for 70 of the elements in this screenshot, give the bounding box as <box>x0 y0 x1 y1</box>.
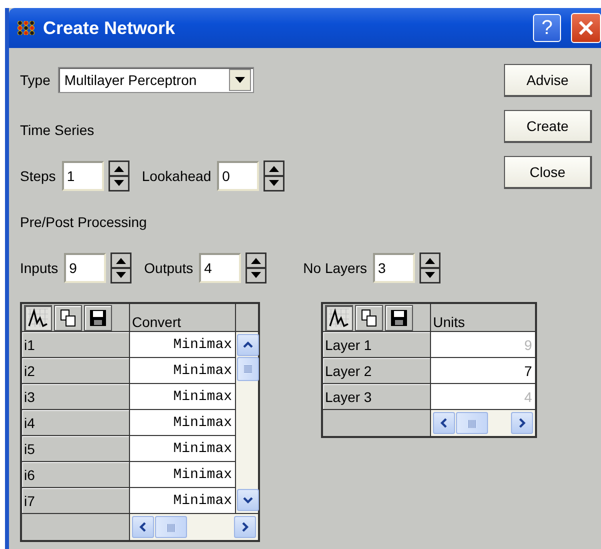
inputs-label: Inputs <box>20 260 58 276</box>
scroll-left-icon[interactable] <box>433 412 455 434</box>
table-cell[interactable]: Minimax <box>130 358 235 383</box>
chart-tool[interactable] <box>325 304 353 330</box>
table-cell[interactable]: Minimax <box>130 436 235 461</box>
lookahead-field[interactable]: 0 <box>217 161 260 191</box>
caret-icon[interactable] <box>229 69 252 91</box>
lookahead-label: Lookahead <box>142 168 212 184</box>
scroll-up-icon[interactable] <box>237 334 259 356</box>
type-dropdown[interactable]: Multilayer Perceptron <box>58 67 254 93</box>
spin-button[interactable] <box>245 252 268 284</box>
scroll-thumb[interactable] <box>155 516 187 538</box>
table-cell[interactable]: Minimax <box>130 384 235 409</box>
dialog-button[interactable]: Create <box>504 110 592 143</box>
row-header[interactable]: Layer 2 <box>323 358 430 383</box>
horizontal-scrollbar[interactable] <box>431 410 535 436</box>
scroll-left-icon[interactable] <box>132 516 154 538</box>
layers-field[interactable]: 3 <box>372 253 415 283</box>
row-header[interactable]: i5 <box>22 436 129 461</box>
column-header: Convert <box>130 304 235 331</box>
scroll-down-icon[interactable] <box>237 489 259 511</box>
outputs-field[interactable]: 4 <box>199 253 242 283</box>
vertical-scrollbar[interactable] <box>236 332 258 513</box>
spin-button[interactable] <box>418 252 441 284</box>
horizontal-scrollbar[interactable] <box>130 514 258 540</box>
copy-icon <box>360 308 378 326</box>
layers-label: No Layers <box>303 260 367 276</box>
row-header[interactable]: i4 <box>22 410 129 435</box>
copy-tool[interactable] <box>54 304 82 330</box>
save-icon <box>89 308 107 326</box>
copy-tool[interactable] <box>355 304 383 330</box>
header-cell <box>236 304 258 331</box>
scroll-thumb[interactable] <box>237 357 259 381</box>
table-cell[interactable]: Minimax <box>130 462 235 487</box>
section-heading: Time Series <box>20 122 94 138</box>
table-cell[interactable]: Minimax <box>130 488 235 513</box>
dialog-button[interactable]: Advise <box>504 64 592 97</box>
row-header[interactable]: i2 <box>22 358 129 383</box>
scroll-right-icon[interactable] <box>511 412 533 434</box>
steps-label: Steps <box>20 168 56 184</box>
inputs-field[interactable]: 9 <box>64 253 106 283</box>
table-cell[interactable]: Minimax <box>130 332 235 357</box>
outputs-label: Outputs <box>144 260 194 276</box>
chart-icon <box>27 308 49 328</box>
row-header[interactable]: i3 <box>22 384 129 409</box>
chart-icon <box>328 308 350 328</box>
table-cell[interactable]: 7 <box>431 358 535 383</box>
type-label: Type <box>20 72 50 88</box>
section-heading: Pre/Post Processing <box>20 214 147 230</box>
row-header[interactable]: i1 <box>22 332 129 357</box>
scroll-right-icon[interactable] <box>234 516 256 538</box>
chart-tool[interactable] <box>24 304 52 330</box>
scroll-thumb[interactable] <box>456 412 488 434</box>
spin-button[interactable] <box>110 252 132 284</box>
spin-button[interactable] <box>108 160 130 192</box>
row-header[interactable]: i7 <box>22 488 129 513</box>
table-cell[interactable]: Minimax <box>130 410 235 435</box>
row-header[interactable]: i6 <box>22 462 129 487</box>
app-icon <box>17 21 35 35</box>
save-icon <box>390 308 408 326</box>
dialog-button[interactable]: Close <box>504 156 592 189</box>
spin-button[interactable] <box>263 160 286 192</box>
save-tool[interactable] <box>84 304 112 330</box>
help-button[interactable]: ? <box>533 14 561 42</box>
window-title: Create Network <box>43 18 176 38</box>
column-header: Units <box>431 304 535 331</box>
close-icon[interactable] <box>571 13 601 43</box>
steps-field[interactable]: 1 <box>62 161 104 191</box>
save-tool[interactable] <box>385 304 413 330</box>
copy-icon <box>59 308 77 326</box>
